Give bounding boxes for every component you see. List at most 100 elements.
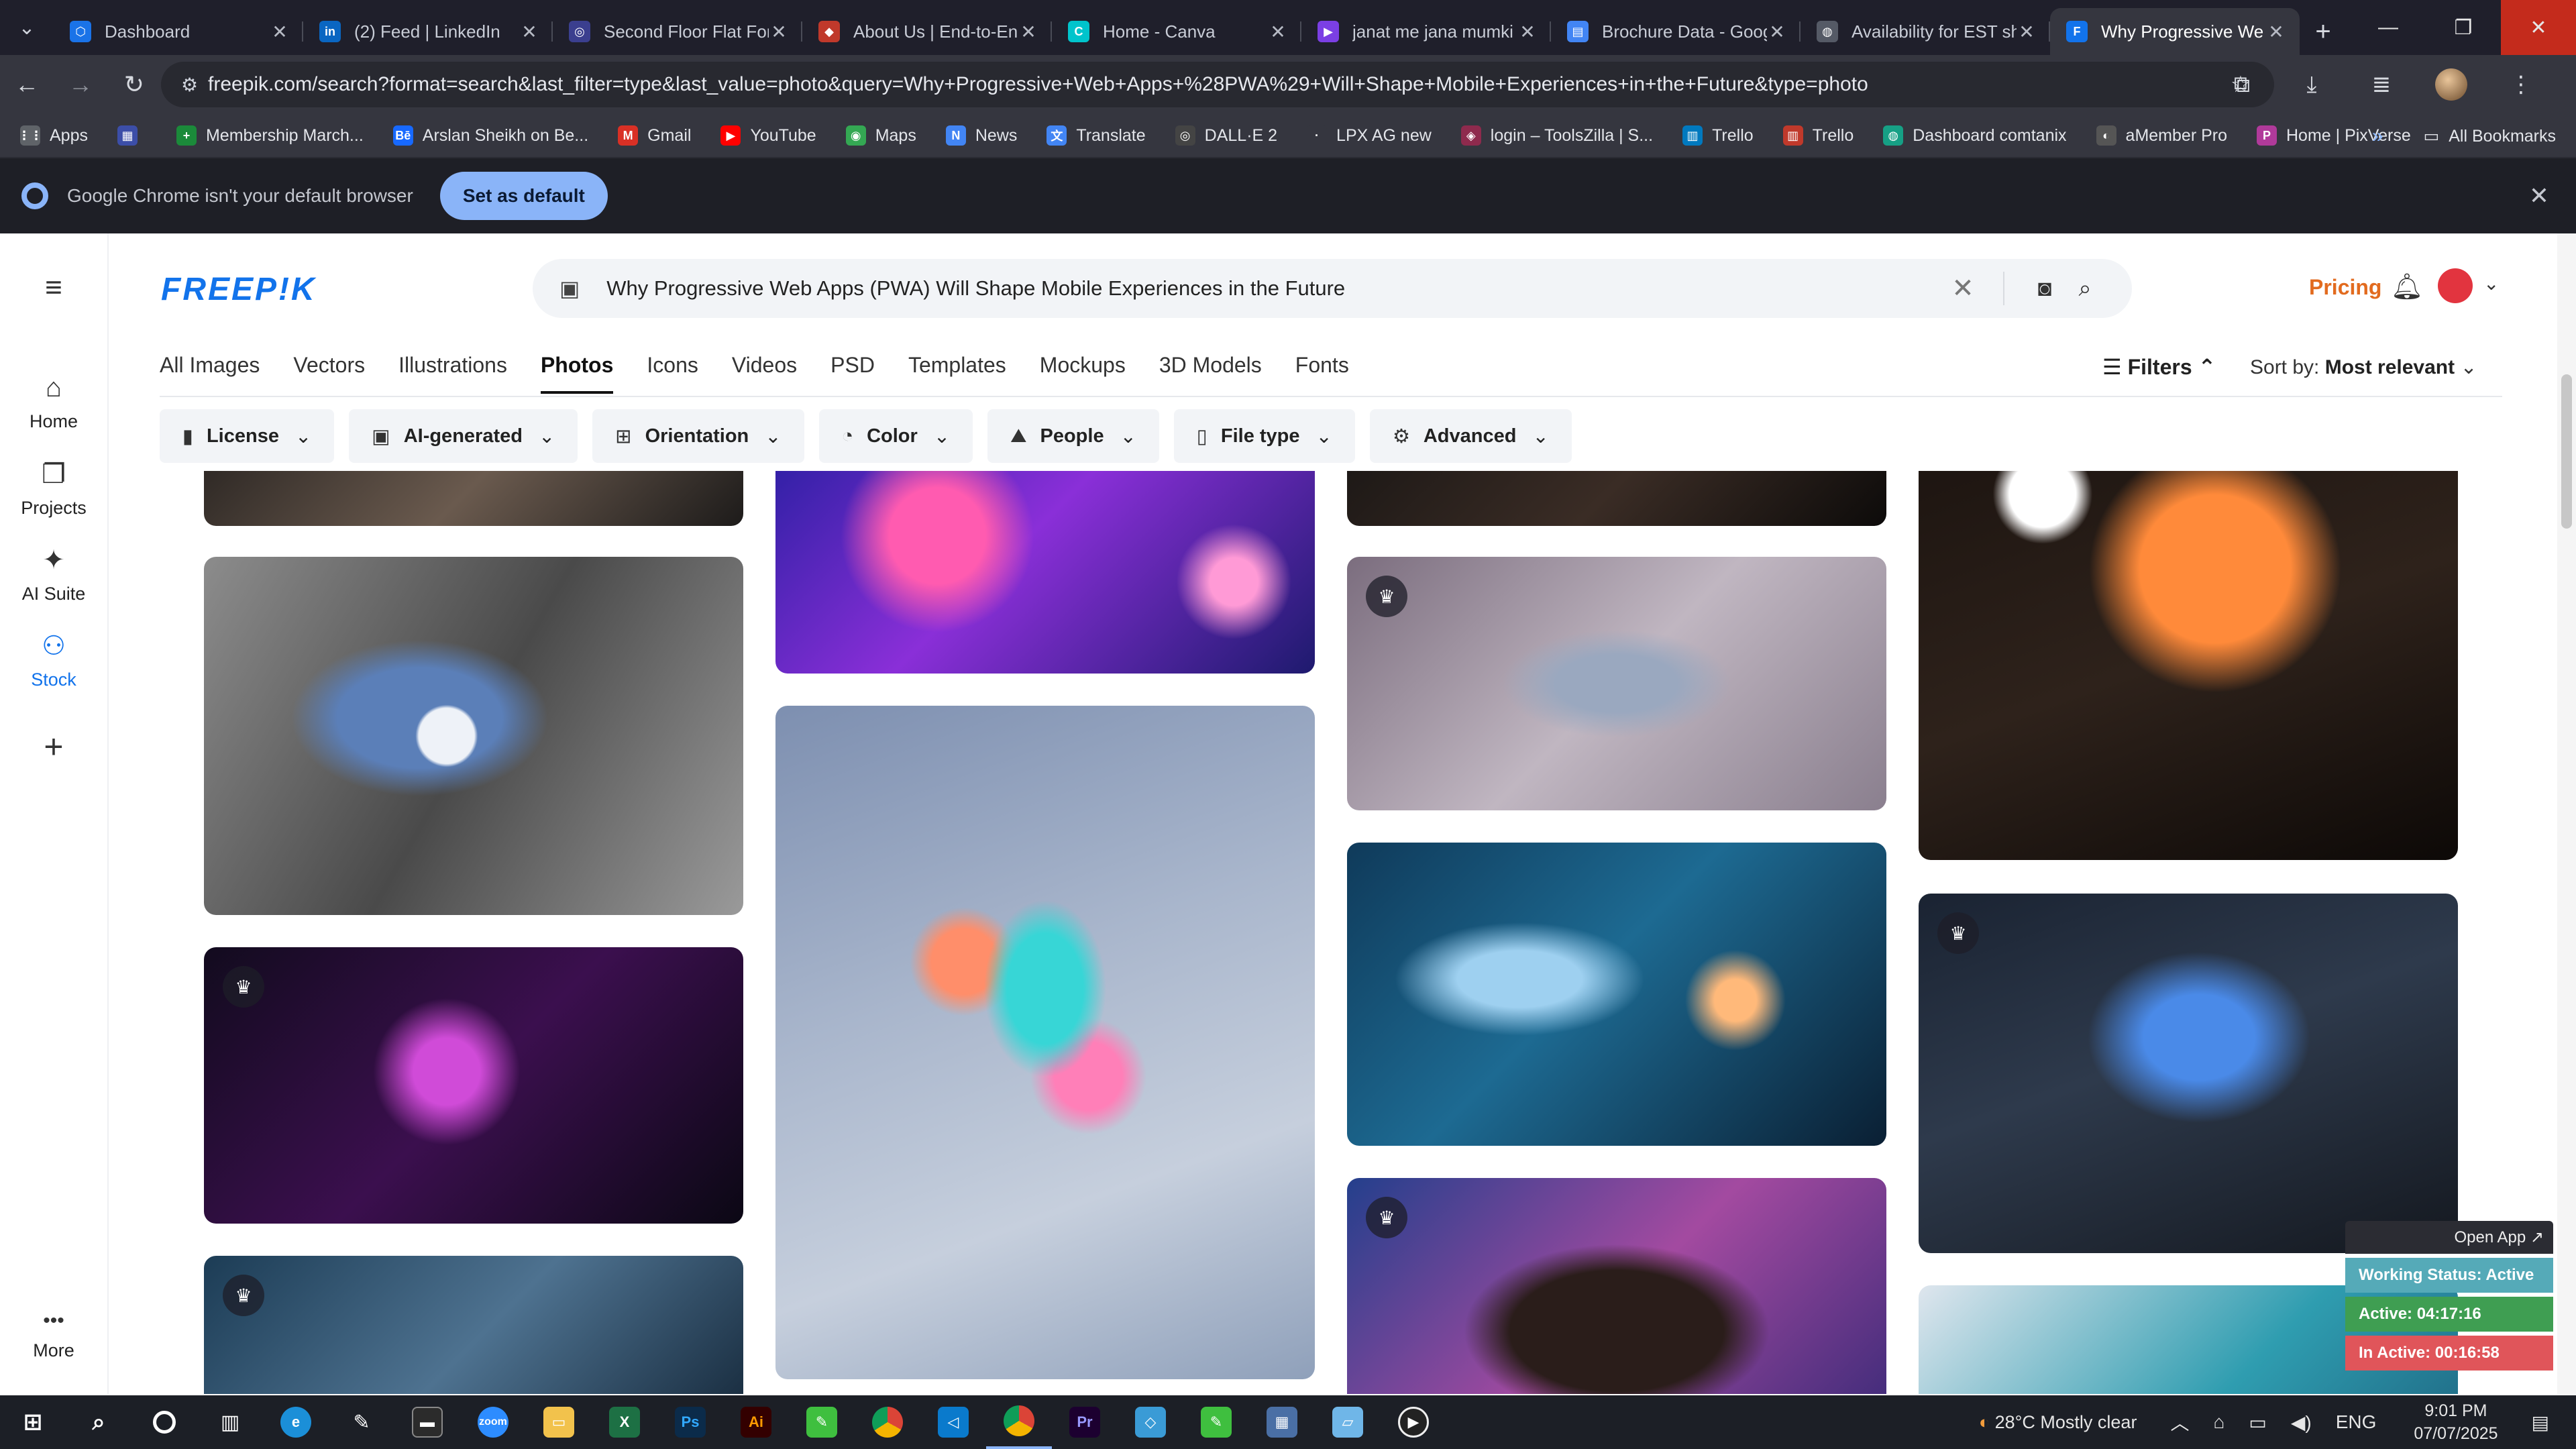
bookmark-item[interactable]: ◉ Maps bbox=[845, 125, 916, 146]
result-image[interactable] bbox=[204, 557, 743, 915]
freepik-logo[interactable]: FREEP!K bbox=[161, 271, 317, 308]
profile-avatar[interactable] bbox=[2435, 68, 2467, 101]
tab-close-icon[interactable]: ✕ bbox=[519, 21, 539, 43]
open-app-link[interactable]: Open App ↗ bbox=[2345, 1221, 2553, 1254]
window-close-button[interactable]: ✕ bbox=[2501, 0, 2576, 55]
result-image[interactable] bbox=[775, 706, 1315, 1379]
bookmark-item[interactable]: M Gmail bbox=[618, 125, 691, 146]
file-explorer-icon[interactable]: ▭ bbox=[526, 1395, 592, 1449]
browser-tab[interactable]: ▶ janat me jana mumki ✕ bbox=[1301, 8, 1551, 55]
bookmark-item[interactable]: · LPX AG new bbox=[1307, 125, 1432, 146]
tab-close-icon[interactable]: ✕ bbox=[769, 21, 789, 43]
tab-icons[interactable]: Icons bbox=[647, 353, 698, 394]
zoom-icon[interactable]: zoom bbox=[460, 1395, 526, 1449]
bookmarks-overflow-icon[interactable]: » bbox=[2372, 125, 2383, 148]
green-app-icon[interactable]: ✎ bbox=[789, 1395, 855, 1449]
chrome-menu-icon[interactable]: ⋮ bbox=[2486, 71, 2556, 98]
chrome-active-icon[interactable] bbox=[986, 1395, 1052, 1449]
notifications-icon[interactable]: ▤ bbox=[2532, 1411, 2549, 1434]
result-image[interactable]: ♛ bbox=[204, 1256, 743, 1394]
battery-icon[interactable]: ▭ bbox=[2249, 1411, 2266, 1434]
weather-widget[interactable]: ◐ 28°C Mostly clear bbox=[1979, 1412, 2137, 1433]
result-image[interactable]: ♛ bbox=[1347, 557, 1886, 810]
download-icon[interactable]: ⤓ bbox=[2277, 72, 2347, 98]
volume-icon[interactable]: ◀) bbox=[2291, 1411, 2312, 1434]
bookmark-item[interactable]: N News bbox=[945, 125, 1017, 146]
language-indicator[interactable]: ENG bbox=[2336, 1411, 2377, 1433]
back-button[interactable]: ← bbox=[0, 55, 54, 114]
notepad-icon[interactable]: ▱ bbox=[1315, 1395, 1381, 1449]
new-tab-button[interactable]: + bbox=[2300, 8, 2347, 55]
chevron-down-icon[interactable]: ⌄ bbox=[2483, 272, 2499, 294]
clear-search-icon[interactable]: ✕ bbox=[1943, 273, 1983, 304]
site-info-icon[interactable]: ⚙ bbox=[181, 74, 208, 96]
tab-psd[interactable]: PSD bbox=[830, 353, 875, 394]
image-type-icon[interactable]: ▣ bbox=[559, 276, 580, 301]
chrome-taskbar-icon[interactable] bbox=[855, 1395, 920, 1449]
bookmark-item[interactable]: ▦ bbox=[117, 125, 147, 146]
bookmark-item[interactable]: ◍ Dashboard comtanix bbox=[1883, 125, 2067, 146]
bookmark-item[interactable]: ◎ DALL·E 2 bbox=[1175, 125, 1277, 146]
result-image[interactable] bbox=[204, 471, 743, 526]
filter-orientation[interactable]: ⊞ Orientation ⌄ bbox=[592, 409, 804, 463]
user-avatar[interactable] bbox=[2438, 268, 2473, 303]
edge-icon[interactable]: e bbox=[263, 1395, 329, 1449]
bookmark-item[interactable]: + Membership March... bbox=[176, 125, 364, 146]
all-bookmarks-link[interactable]: All Bookmarks bbox=[2449, 127, 2556, 146]
sort-by-dropdown[interactable]: Sort by: Most relevant ⌄ bbox=[2250, 356, 2477, 379]
filter-license[interactable]: ▮ License ⌄ bbox=[160, 409, 335, 463]
bookmark-item[interactable]: ◈ login – ToolsZilla | S... bbox=[1460, 125, 1653, 146]
filter-file-type[interactable]: ▯ File type ⌄ bbox=[1173, 409, 1355, 463]
tab-illustrations[interactable]: Illustrations bbox=[398, 353, 507, 394]
tab-search-chevron-icon[interactable]: ⌄ bbox=[0, 0, 54, 55]
result-image[interactable] bbox=[1347, 471, 1886, 526]
filter-people[interactable]: ⛰ People ⌄ bbox=[987, 409, 1159, 463]
bookmark-item[interactable]: ◐ aMember Pro bbox=[2096, 125, 2227, 146]
tab-close-icon[interactable]: ✕ bbox=[1517, 21, 1538, 43]
tab-photos[interactable]: Photos bbox=[540, 353, 614, 394]
tab-close-icon[interactable]: ✕ bbox=[1018, 21, 1038, 43]
premiere-icon[interactable]: Pr bbox=[1052, 1395, 1118, 1449]
illustrator-icon[interactable]: Ai bbox=[723, 1395, 789, 1449]
result-image[interactable]: ♛ bbox=[204, 947, 743, 1224]
tab-close-icon[interactable]: ✕ bbox=[1767, 21, 1787, 43]
search-bar[interactable]: ▣ Why Progressive Web Apps (PWA) Will Sh… bbox=[533, 259, 2132, 318]
bookmark-item[interactable]: ▥ Trello bbox=[1782, 125, 1854, 146]
bookmark-item[interactable]: Bē Arslan Sheikh on Be... bbox=[392, 125, 588, 146]
task-view-icon[interactable]: ▥ bbox=[197, 1395, 263, 1449]
infobar-close-icon[interactable]: ✕ bbox=[2529, 182, 2549, 210]
tab-vectors[interactable]: Vectors bbox=[293, 353, 365, 394]
search-taskbar-icon[interactable]: ⌕ bbox=[66, 1395, 131, 1449]
vscode-icon[interactable]: ◁ bbox=[920, 1395, 986, 1449]
bookmark-item[interactable]: 文 Translate bbox=[1046, 125, 1146, 146]
green-app-icon-2[interactable]: ✎ bbox=[1183, 1395, 1249, 1449]
bookmark-item[interactable]: ⋮⋮ Apps bbox=[18, 125, 88, 146]
pricing-link[interactable]: Pricing bbox=[2309, 275, 2381, 300]
filter-color[interactable]: ◔ Color ⌄ bbox=[818, 409, 973, 463]
tab-all-images[interactable]: All Images bbox=[160, 353, 260, 394]
page-scrollbar[interactable] bbox=[2557, 233, 2576, 1394]
tab-mockups[interactable]: Mockups bbox=[1040, 353, 1126, 394]
camera-search-icon[interactable]: ◙ bbox=[2025, 276, 2065, 302]
tab-close-icon[interactable]: ✕ bbox=[270, 21, 290, 43]
extensions-icon[interactable]: ⧉ bbox=[2207, 72, 2277, 98]
result-image[interactable]: ♛ bbox=[1919, 894, 2458, 1253]
terminal-icon[interactable]: ▬ bbox=[394, 1395, 460, 1449]
bookmark-item[interactable]: ▶ YouTube bbox=[720, 125, 816, 146]
nav-home[interactable]: ⌂ Home bbox=[0, 373, 107, 432]
tab-3d-models[interactable]: 3D Models bbox=[1159, 353, 1262, 394]
tab-videos[interactable]: Videos bbox=[732, 353, 797, 394]
photoshop-icon[interactable]: Ps bbox=[657, 1395, 723, 1449]
filter-ai-generated[interactable]: ▣ AI-generated ⌄ bbox=[349, 409, 578, 463]
excel-icon[interactable]: X bbox=[592, 1395, 657, 1449]
result-image[interactable] bbox=[1347, 843, 1886, 1146]
tab-close-icon[interactable]: ✕ bbox=[2266, 21, 2286, 43]
result-image[interactable] bbox=[1919, 471, 2458, 860]
network-icon[interactable]: ⌂ bbox=[2213, 1411, 2224, 1433]
forward-button[interactable]: → bbox=[54, 55, 107, 114]
filters-toggle[interactable]: ☰ Filters ⌃ bbox=[2102, 354, 2216, 380]
restore-button[interactable]: ❐ bbox=[2426, 0, 2501, 55]
search-icon[interactable]: ⌕ bbox=[2065, 276, 2105, 302]
address-bar[interactable]: ⚙ freepik.com/search?format=search&last_… bbox=[161, 62, 2274, 107]
browser-tab[interactable]: ◆ About Us | End-to-En ✕ bbox=[802, 8, 1052, 55]
